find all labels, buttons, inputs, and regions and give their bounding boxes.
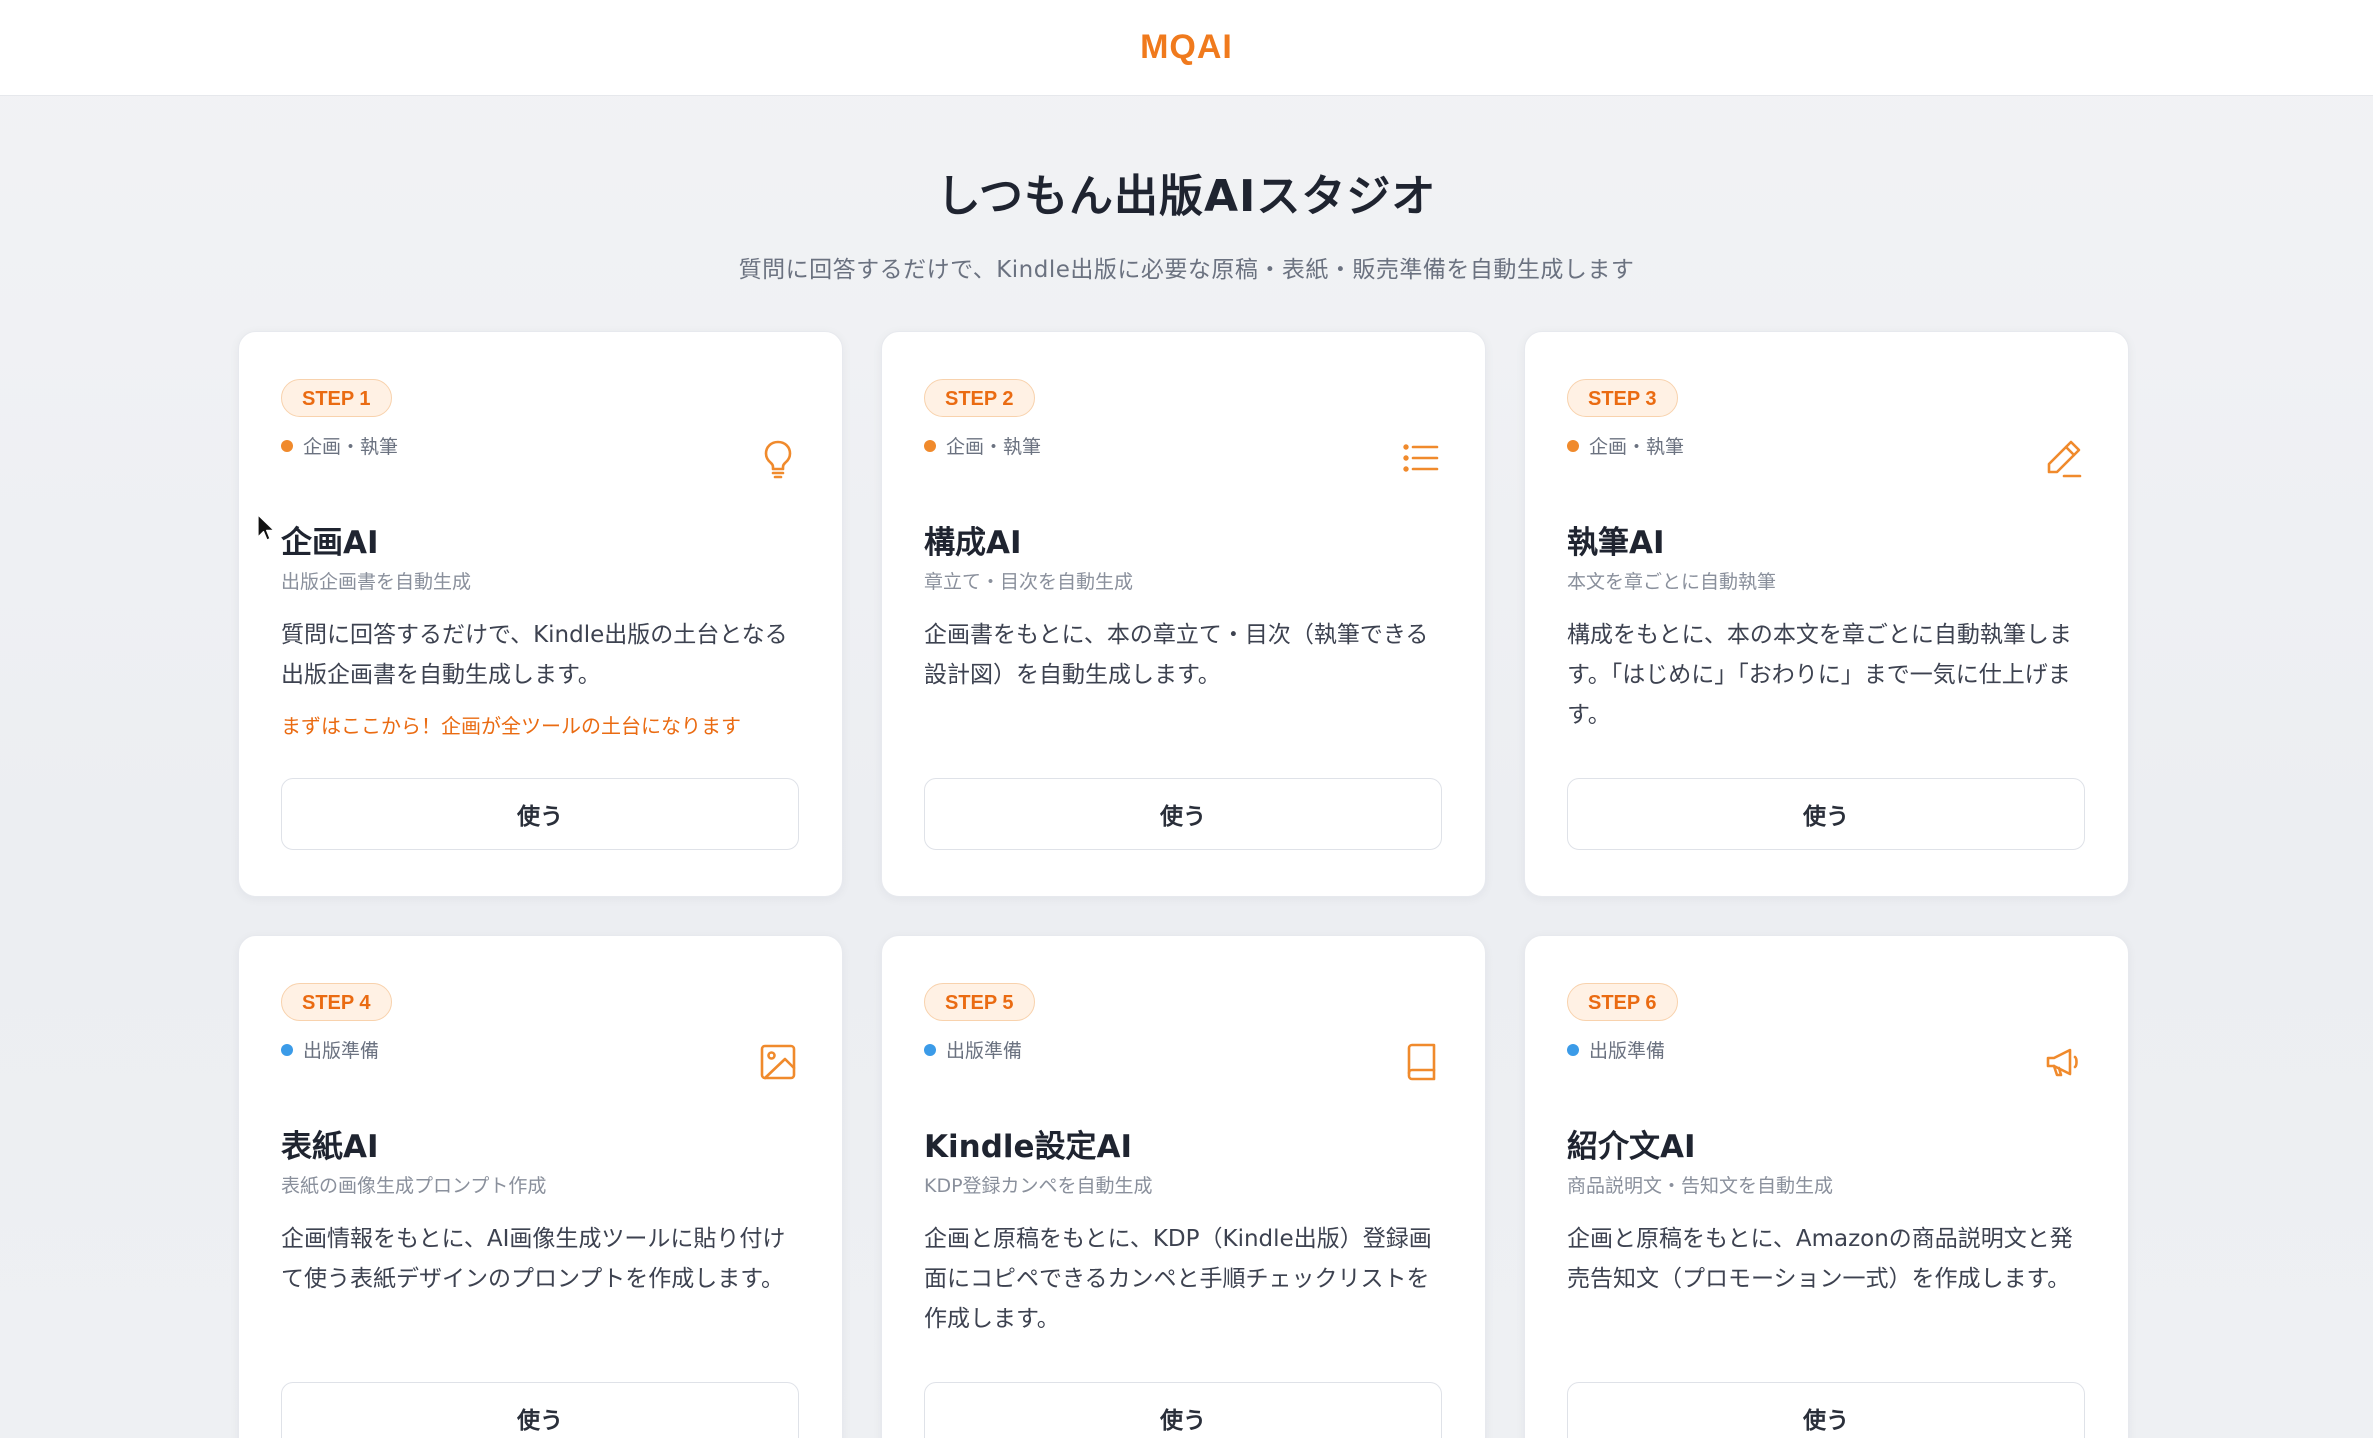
card-description: 構成をもとに、本の本文を章ごとに自動執筆します。「はじめに」「おわりに」まで一気… bbox=[1567, 622, 2072, 728]
category-dot bbox=[1567, 1043, 1579, 1056]
step-badge: STEP 4 bbox=[281, 983, 392, 1021]
pencil-icon bbox=[2042, 436, 2086, 480]
category-label: 出版準備 bbox=[924, 1036, 1022, 1063]
tool-card-planning: STEP 1 企画・執筆 企画AI 出版企画書を自動生成 質問に回答するだけで、… bbox=[238, 331, 843, 897]
card-title: 執筆AI bbox=[1567, 525, 1665, 561]
category-label: 出版準備 bbox=[281, 1036, 379, 1063]
card-description: 質問に回答するだけで、Kindle出版の土台となる出版企画書を自動生成します。 bbox=[281, 622, 788, 688]
use-button[interactable]: 使う bbox=[1567, 1382, 2085, 1438]
category-text: 出版準備 bbox=[303, 1040, 380, 1062]
step-badge: STEP 2 bbox=[924, 379, 1035, 417]
category-label: 企画・執筆 bbox=[281, 432, 398, 459]
top-bar: MQAI bbox=[0, 0, 2373, 96]
card-subtitle: 本文を章ごとに自動執筆 bbox=[1567, 571, 1777, 593]
step-badge: STEP 6 bbox=[1567, 983, 1678, 1021]
use-button[interactable]: 使う bbox=[1567, 778, 2085, 850]
megaphone-icon bbox=[2042, 1040, 2086, 1084]
category-label: 企画・執筆 bbox=[1567, 432, 1684, 459]
lightbulb-icon bbox=[756, 436, 800, 480]
tool-card-grid: STEP 1 企画・執筆 企画AI 出版企画書を自動生成 質問に回答するだけで、… bbox=[238, 331, 2131, 1438]
page-title: しつもん出版AIスタジオ bbox=[936, 171, 1437, 222]
tool-card-writing: STEP 3 企画・執筆 執筆AI 本文を章ごとに自動執筆 構成をもとに、本の本… bbox=[1524, 331, 2129, 897]
card-title: 構成AI bbox=[924, 525, 1022, 561]
card-subtitle: KDP登録カンペを自動生成 bbox=[924, 1175, 1153, 1197]
use-button[interactable]: 使う bbox=[924, 1382, 1442, 1438]
category-dot bbox=[281, 1043, 293, 1056]
card-description: 企画と原稿をもとに、Amazonの商品説明文と発売告知文（プロモーション一式）を… bbox=[1567, 1226, 2073, 1292]
category-text: 企画・執筆 bbox=[946, 436, 1042, 458]
step-badge: STEP 1 bbox=[281, 379, 392, 417]
category-text: 企画・執筆 bbox=[1589, 436, 1685, 458]
use-button[interactable]: 使う bbox=[281, 1382, 799, 1438]
category-dot bbox=[924, 439, 936, 452]
mouse-cursor-icon bbox=[256, 513, 276, 543]
step-badge: STEP 5 bbox=[924, 983, 1035, 1021]
tool-card-structure: STEP 2 企画・執筆 構成AI 章立て・目次を自動生成 企画書をもとに、本の… bbox=[881, 331, 1486, 897]
card-description: 企画と原稿をもとに、KDP（Kindle出版）登録画面にコピペできるカンペと手順… bbox=[924, 1226, 1432, 1332]
category-text: 出版準備 bbox=[1589, 1040, 1666, 1062]
card-subtitle: 表紙の画像生成プロンプト作成 bbox=[281, 1175, 547, 1197]
tool-card-introduction: STEP 6 出版準備 紹介文AI 商品説明文・告知文を自動生成 企画と原稿をも… bbox=[1524, 935, 2129, 1438]
card-description: 企画書をもとに、本の章立て・目次（執筆できる設計図）を自動生成します。 bbox=[924, 622, 1429, 688]
category-dot bbox=[1567, 439, 1579, 452]
category-label: 出版準備 bbox=[1567, 1036, 1665, 1063]
step-badge: STEP 3 bbox=[1567, 379, 1678, 417]
use-button[interactable]: 使う bbox=[924, 778, 1442, 850]
page-subtitle: 質問に回答するだけで、Kindle出版に必要な原稿・表紙・販売準備を自動生成しま… bbox=[738, 257, 1635, 283]
book-icon bbox=[1399, 1040, 1443, 1084]
tool-card-kindle-settings: STEP 5 出版準備 Kindle設定AI KDP登録カンペを自動生成 企画と… bbox=[881, 935, 1486, 1438]
hero-section: しつもん出版AIスタジオ 質問に回答するだけで、Kindle出版に必要な原稿・表… bbox=[0, 160, 2373, 284]
card-title: 紹介文AI bbox=[1567, 1129, 1696, 1165]
card-description: 企画情報をもとに、AI画像生成ツールに貼り付けて使う表紙デザインのプロンプトを作… bbox=[281, 1226, 786, 1292]
card-title: Kindle設定AI bbox=[924, 1129, 1133, 1165]
card-subtitle: 章立て・目次を自動生成 bbox=[924, 571, 1134, 593]
card-note: まずはここから！企画が全ツールの土台になります bbox=[281, 714, 741, 738]
use-button[interactable]: 使う bbox=[281, 778, 799, 850]
category-dot bbox=[281, 439, 293, 452]
card-title: 企画AI bbox=[281, 525, 379, 561]
card-title: 表紙AI bbox=[281, 1129, 379, 1165]
list-icon bbox=[1399, 436, 1443, 480]
image-icon bbox=[756, 1040, 800, 1084]
brand-logo[interactable]: MQAI bbox=[1140, 28, 1233, 67]
card-subtitle: 商品説明文・告知文を自動生成 bbox=[1567, 1175, 1834, 1197]
category-label: 企画・執筆 bbox=[924, 432, 1041, 459]
card-subtitle: 出版企画書を自動生成 bbox=[281, 571, 472, 593]
category-text: 企画・執筆 bbox=[303, 436, 399, 458]
category-dot bbox=[924, 1043, 936, 1056]
tool-card-cover: STEP 4 出版準備 表紙AI 表紙の画像生成プロンプト作成 企画情報をもとに… bbox=[238, 935, 843, 1438]
category-text: 出版準備 bbox=[946, 1040, 1023, 1062]
app-root: MQAI しつもん出版AIスタジオ 質問に回答するだけで、Kindle出版に必要… bbox=[0, 0, 2373, 1438]
